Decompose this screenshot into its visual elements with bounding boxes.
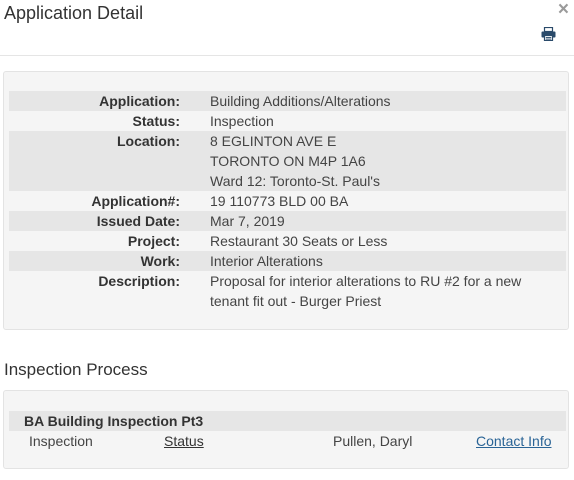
detail-row-project: Project: Restaurant 30 Seats or Less (9, 231, 566, 251)
detail-row-work: Work: Interior Alterations (9, 251, 566, 271)
location-ward: Ward 12: Toronto-St. Paul's (210, 173, 380, 189)
detail-row-location: Location: 8 EGLINTON AVE E TORONTO ON M4… (9, 131, 566, 191)
detail-value: Interior Alterations (210, 251, 566, 271)
detail-label: Application: (9, 91, 180, 111)
detail-value: Inspection (210, 113, 274, 129)
inspection-process-panel: BA Building Inspection Pt3 Inspection St… (3, 390, 569, 469)
detail-row-status: Status: Inspection (9, 111, 566, 131)
detail-value: Mar 7, 2019 (210, 211, 566, 231)
detail-label: Location: (9, 131, 180, 191)
detail-value: 8 EGLINTON AVE E TORONTO ON M4P 1A6 Ward… (210, 131, 566, 191)
application-detail-table: Application: Building Additions/Alterati… (9, 91, 566, 311)
detail-row-application-number: Application#: 19 110773 BLD 00 BA (9, 191, 566, 211)
modal-header: Application Detail × (0, 0, 574, 56)
inspection-process-title: Inspection Process (4, 360, 148, 379)
description-line: tenant fit out - Burger Priest (210, 293, 382, 309)
inspection-row: Inspection Status Pullen, Daryl Contact … (9, 431, 566, 451)
location-city: TORONTO ON M4P 1A6 (210, 153, 366, 169)
close-button[interactable]: × (558, 0, 569, 20)
inspection-group-header: BA Building Inspection Pt3 (9, 411, 566, 431)
printer-icon (541, 26, 556, 42)
contact-info-link[interactable]: Contact Info (476, 431, 552, 451)
description-line: Proposal for interior alterations to RU … (210, 273, 522, 289)
detail-row-application: Application: Building Additions/Alterati… (9, 91, 566, 111)
inspection-group-title: BA Building Inspection Pt3 (24, 413, 204, 429)
inspection-type: Inspection (29, 433, 93, 449)
application-detail-panel: Application: Building Additions/Alterati… (3, 71, 569, 330)
detail-value: Proposal for interior alterations to RU … (210, 271, 566, 311)
detail-row-issued-date: Issued Date: Mar 7, 2019 (9, 211, 566, 231)
detail-label: Work: (9, 251, 180, 271)
detail-label: Project: (127, 233, 180, 249)
detail-value: 19 110773 BLD 00 BA (210, 193, 349, 209)
detail-row-description: Description: Proposal for interior alter… (9, 271, 566, 311)
detail-label: Description: (98, 273, 180, 289)
detail-label: Application#: (91, 193, 180, 209)
inspector-name: Pullen, Daryl (333, 433, 413, 449)
modal-title: Application Detail (4, 3, 144, 23)
detail-value: Building Additions/Alterations (210, 91, 566, 111)
detail-value: Restaurant 30 Seats or Less (210, 233, 388, 249)
detail-label: Issued Date: (9, 211, 180, 231)
detail-label: Status: (132, 113, 180, 129)
print-button[interactable] (541, 26, 556, 42)
location-street: 8 EGLINTON AVE E (210, 133, 337, 149)
status-link[interactable]: Status (164, 431, 204, 451)
